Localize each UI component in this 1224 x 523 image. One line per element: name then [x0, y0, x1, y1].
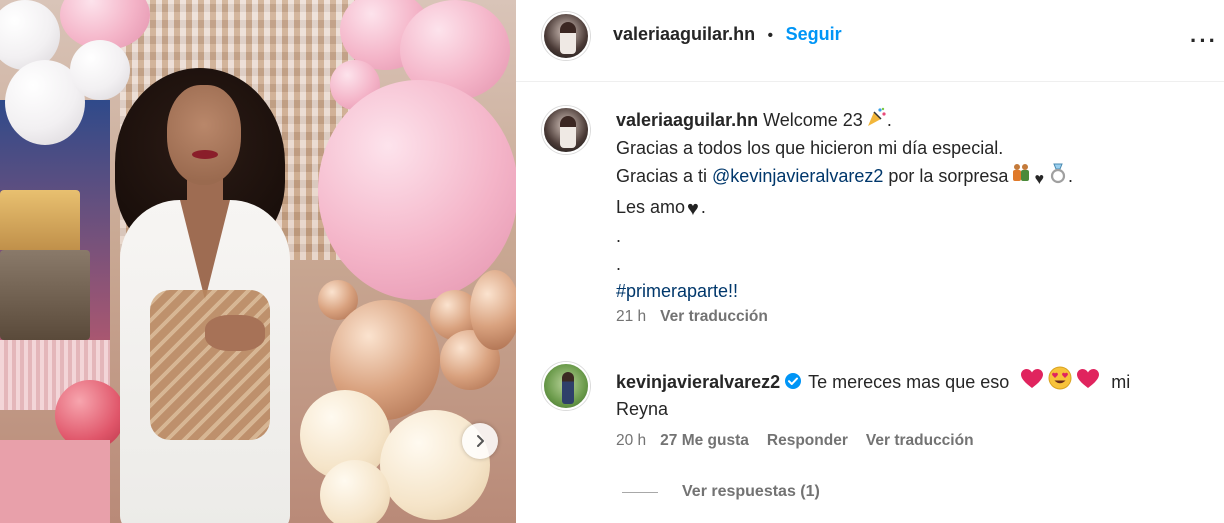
woman-in-white-dress — [95, 60, 325, 523]
view-replies-label: Ver respuestas (1) — [682, 483, 820, 500]
comment-translate-link[interactable]: Ver traducción — [866, 432, 974, 449]
reply-button[interactable]: Responder — [767, 432, 848, 449]
next-photo-button[interactable] — [462, 423, 498, 459]
comment-text-line-2: Reyna — [616, 399, 669, 419]
caption-timestamp[interactable]: 21 h — [616, 308, 646, 325]
comment: kevinjavieralvarez2 Te mereces mas que e… — [616, 366, 1196, 423]
verified-badge-icon — [785, 373, 802, 389]
caption-dot-1: . — [616, 226, 622, 246]
caption-meta: 21 h Ver traducción — [616, 308, 768, 326]
author-avatar[interactable] — [542, 12, 590, 60]
comment-likes[interactable]: 27 Me gusta — [660, 432, 749, 449]
black-heart-icon: ♥ — [1034, 171, 1044, 188]
party-popper-icon — [867, 107, 886, 126]
ring-icon — [1050, 163, 1066, 184]
caption-username[interactable]: valeriaaguilar.hn — [616, 110, 758, 130]
party-table — [0, 440, 110, 523]
post-photo — [0, 0, 516, 523]
comment-text-end: mi — [1111, 372, 1131, 392]
balloon-large-pink — [318, 80, 516, 300]
post-details-panel: valeriaaguilar.hn • Seguir ··· valeriaag… — [516, 0, 1224, 523]
cake-top-tier — [0, 190, 80, 250]
caption-line-1: Welcome 23 — [763, 110, 863, 130]
caption-line-4: Les amo — [616, 196, 686, 217]
comment-text: Te mereces mas que eso — [808, 372, 1010, 392]
comment-username[interactable]: kevinjavieralvarez2 — [616, 372, 780, 392]
chevron-right-icon — [477, 435, 484, 447]
mention-link[interactable]: @kevinjavieralvarez2 — [712, 166, 883, 186]
couple-icon — [1013, 164, 1030, 181]
follow-button[interactable]: Seguir — [786, 24, 842, 44]
header-separator: • — [767, 27, 774, 44]
heart-eyes-icon — [1048, 366, 1072, 390]
comment-timestamp[interactable]: 20 h — [616, 432, 646, 449]
replies-divider — [622, 491, 658, 493]
caption-translate-link[interactable]: Ver traducción — [660, 308, 768, 325]
caption-dot-2: . — [616, 253, 622, 274]
comment-meta: 20 h 27 Me gusta Responder Ver traducción — [616, 432, 974, 450]
post-header: valeriaaguilar.hn • Seguir ··· — [516, 0, 1224, 82]
header-username[interactable]: valeriaaguilar.hn — [613, 24, 755, 44]
red-heart-icon — [1077, 369, 1100, 388]
caption-line-3-post: por la sorpresa — [883, 166, 1009, 186]
caption-line-2: Gracias a todos los que hicieron mi día … — [616, 137, 1004, 158]
view-replies-button[interactable]: Ver respuestas (1) — [622, 483, 820, 501]
more-options-icon[interactable]: ··· — [1190, 28, 1218, 54]
commenter-avatar[interactable] — [542, 362, 590, 410]
caption-line-3-pre: Gracias a ti — [616, 166, 713, 186]
red-heart-icon — [1021, 369, 1044, 388]
balloon — [320, 460, 390, 523]
caption-author-avatar[interactable] — [542, 106, 590, 154]
black-heart-icon: ♥ — [687, 197, 699, 220]
birthday-cake — [0, 250, 90, 340]
post-caption: valeriaaguilar.hn Welcome 23 . Gracias a… — [616, 106, 1196, 306]
balloon — [470, 270, 516, 350]
hashtag-link[interactable]: #primeraparte!! — [616, 281, 738, 301]
